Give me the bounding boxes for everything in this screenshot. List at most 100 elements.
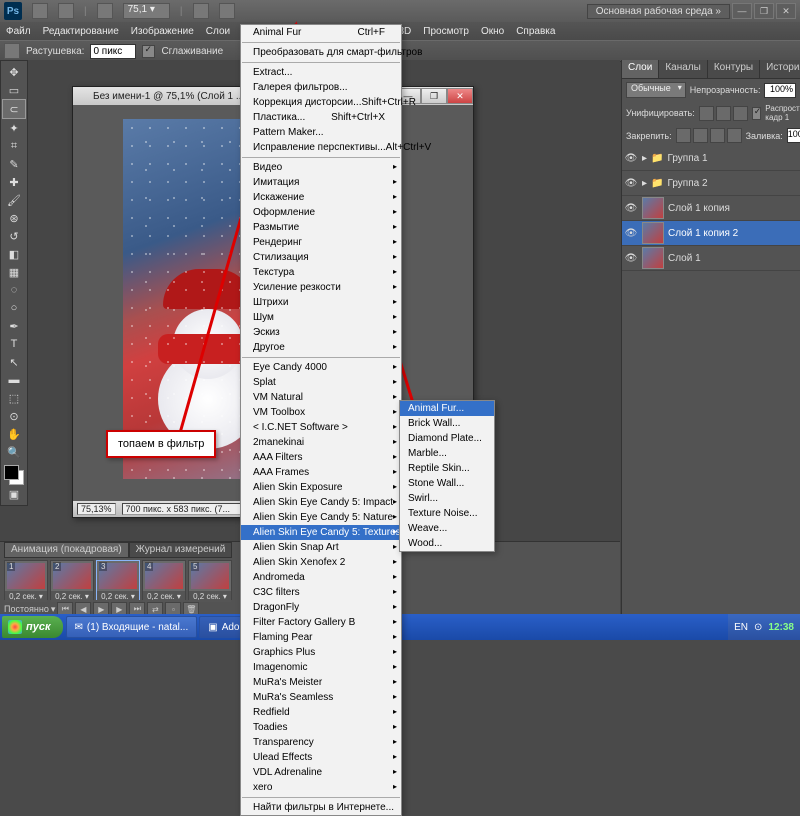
close-button[interactable]: ✕ — [776, 3, 796, 19]
submenu-item[interactable]: Reptile Skin... — [400, 461, 494, 476]
mb-icon[interactable] — [58, 3, 74, 19]
filter-item[interactable]: Имитация — [241, 175, 401, 190]
tab-layers[interactable]: Слои — [622, 60, 659, 78]
filter-item[interactable]: Alien Skin Snap Art — [241, 540, 401, 555]
filter-item[interactable]: Graphics Plus — [241, 645, 401, 660]
filter-item[interactable]: Коррекция дисторсии...Shift+Ctrl+R — [241, 95, 401, 110]
submenu-item[interactable]: Diamond Plate... — [400, 431, 494, 446]
filter-item[interactable]: Ulead Effects — [241, 750, 401, 765]
eraser-tool[interactable]: ◧ — [3, 245, 25, 263]
quickmask-icon[interactable]: ▣ — [3, 485, 25, 503]
menu-edit[interactable]: Редактирование — [37, 26, 125, 37]
history-brush-tool[interactable]: ↺ — [3, 227, 25, 245]
maximize-button[interactable]: ❐ — [754, 3, 774, 19]
opacity-input[interactable]: 100% — [764, 83, 796, 98]
filter-item[interactable]: Усиление резкости — [241, 280, 401, 295]
lasso-tool[interactable]: ⊂ — [2, 99, 26, 119]
marquee-tool[interactable]: ▭ — [3, 81, 25, 99]
tray-lang[interactable]: EN — [734, 622, 748, 633]
filter-item[interactable]: Andromeda — [241, 570, 401, 585]
loop-select[interactable]: Постоянно — [4, 604, 49, 614]
filter-item[interactable]: xero — [241, 780, 401, 795]
layer-row[interactable]: 👁▸📁Группа 2 — [622, 171, 800, 196]
wand-tool[interactable]: ✦ — [3, 119, 25, 137]
3d-tool[interactable]: ⬚ — [3, 389, 25, 407]
filter-smartconvert[interactable]: Преобразовать для смарт-фильтров — [241, 45, 401, 60]
path-tool[interactable]: ↖ — [3, 353, 25, 371]
tray-clock[interactable]: 12:38 — [768, 622, 794, 633]
crop-tool[interactable]: ⌗ — [3, 137, 25, 155]
visibility-icon[interactable]: 👁 — [624, 176, 638, 190]
menu-image[interactable]: Изображение — [125, 26, 200, 37]
minimize-button[interactable]: — — [732, 3, 752, 19]
submenu-animal-fur[interactable]: Animal Fur... — [400, 401, 494, 416]
filter-item[interactable]: Галерея фильтров... — [241, 80, 401, 95]
filter-item[interactable]: Extract... — [241, 65, 401, 80]
lock-trans-icon[interactable] — [676, 128, 691, 143]
dodge-tool[interactable]: ○ — [3, 299, 25, 317]
lock-all-icon[interactable] — [727, 128, 742, 143]
filter-item[interactable]: Искажение — [241, 190, 401, 205]
blend-mode-select[interactable]: Обычные — [626, 82, 686, 98]
stamp-tool[interactable]: ⊛ — [3, 209, 25, 227]
folder-arrow-icon[interactable]: ▸ — [642, 178, 647, 189]
menu-window[interactable]: Окно — [475, 26, 510, 37]
filter-item[interactable]: Штрихи — [241, 295, 401, 310]
animation-frame[interactable]: 30,2 сек. ▾ — [96, 560, 140, 600]
filter-item[interactable]: VDL Adrenaline — [241, 765, 401, 780]
filter-item[interactable]: Стилизация — [241, 250, 401, 265]
unify-vis-icon[interactable] — [716, 106, 731, 121]
visibility-icon[interactable]: 👁 — [624, 201, 638, 215]
filter-item[interactable]: MuRa's Meister — [241, 675, 401, 690]
type-tool[interactable]: T — [3, 335, 25, 353]
filter-item[interactable]: VM Natural — [241, 390, 401, 405]
unify-pos-icon[interactable] — [699, 106, 714, 121]
tab-history[interactable]: История — [760, 60, 800, 78]
tab-measurement[interactable]: Журнал измерений — [129, 542, 233, 558]
filter-item[interactable]: Pattern Maker... — [241, 125, 401, 140]
filter-item[interactable]: Рендеринг — [241, 235, 401, 250]
doc-maximize-button[interactable]: ❐ — [421, 88, 447, 104]
arrange-icon[interactable] — [219, 3, 235, 19]
filter-item[interactable]: Flaming Pear — [241, 630, 401, 645]
filter-item[interactable]: Eye Candy 4000 — [241, 360, 401, 375]
filter-item[interactable]: Redfield — [241, 705, 401, 720]
filter-item[interactable]: Filter Factory Gallery B — [241, 615, 401, 630]
filter-item[interactable]: Alien Skin Xenofex 2 — [241, 555, 401, 570]
submenu-item[interactable]: Texture Noise... — [400, 506, 494, 521]
workspace-button[interactable]: Основная рабочая среда » — [587, 4, 730, 19]
layer-row[interactable]: 👁Слой 1 копия 2 — [622, 221, 800, 246]
filter-item[interactable]: Исправление перспективы...Alt+Ctrl+V — [241, 140, 401, 155]
filter-eyecandy-textures[interactable]: Alien Skin Eye Candy 5: Textures — [241, 525, 401, 540]
visibility-icon[interactable]: 👁 — [624, 251, 638, 265]
layer-row[interactable]: 👁Слой 1 — [622, 246, 800, 271]
tab-channels[interactable]: Каналы — [659, 60, 708, 78]
start-button[interactable]: пуск — [2, 616, 63, 638]
menu-file[interactable]: Файл — [0, 26, 37, 37]
3d-camera-tool[interactable]: ⊙ — [3, 407, 25, 425]
eyedropper-tool[interactable]: ✎ — [3, 155, 25, 173]
animation-frame[interactable]: 20,2 сек. ▾ — [50, 560, 94, 600]
menu-layers[interactable]: Слои — [200, 26, 236, 37]
color-swatches[interactable] — [4, 465, 24, 485]
submenu-item[interactable]: Brick Wall... — [400, 416, 494, 431]
filter-item[interactable]: Видео — [241, 160, 401, 175]
propagate-checkbox[interactable] — [752, 107, 762, 120]
task-button-inbox[interactable]: ✉ (1) Входящие - natal... — [66, 616, 198, 638]
tab-animation[interactable]: Анимация (покадровая) — [4, 542, 129, 558]
layer-row[interactable]: 👁▸📁Группа 1 — [622, 146, 800, 171]
unify-style-icon[interactable] — [733, 106, 748, 121]
bridge-icon[interactable] — [32, 3, 48, 19]
layer-row[interactable]: 👁Слой 1 копия — [622, 196, 800, 221]
hand-tool-icon[interactable] — [97, 3, 113, 19]
filter-item[interactable]: Оформление — [241, 205, 401, 220]
submenu-item[interactable]: Wood... — [400, 536, 494, 551]
screen-mode-icon[interactable] — [193, 3, 209, 19]
folder-arrow-icon[interactable]: ▸ — [642, 153, 647, 164]
submenu-item[interactable]: Stone Wall... — [400, 476, 494, 491]
tool-preset-icon[interactable] — [4, 43, 20, 59]
heal-tool[interactable]: ✚ — [3, 173, 25, 191]
filter-item[interactable]: Transparency — [241, 735, 401, 750]
filter-item[interactable]: Alien Skin Eye Candy 5: Nature — [241, 510, 401, 525]
menu-help[interactable]: Справка — [510, 26, 561, 37]
